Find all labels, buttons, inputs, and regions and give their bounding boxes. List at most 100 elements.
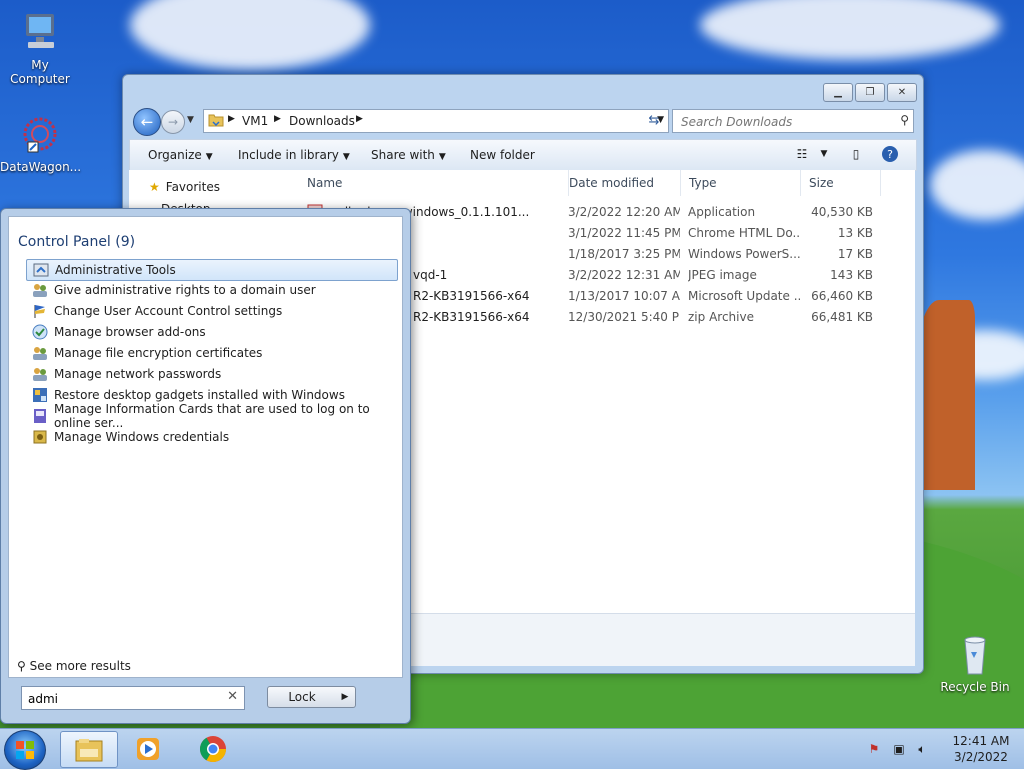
administrative-tools-icon: [33, 263, 49, 277]
chevron-down-icon: ▼: [187, 115, 194, 125]
file-size: 13 KB: [837, 226, 873, 240]
file-type: Microsoft Update ...: [688, 289, 800, 303]
refresh-button[interactable]: ⇆: [643, 109, 665, 131]
desktop-icon-label: Recycle Bin: [940, 680, 1010, 694]
column-header-size[interactable]: Size: [801, 170, 881, 196]
start-search-box[interactable]: ✕: [21, 686, 245, 710]
computer-icon: [18, 10, 62, 54]
start-button[interactable]: [4, 730, 46, 770]
result-manage-information-cards[interactable]: Manage Information Cards that are used t…: [26, 402, 396, 430]
help-icon: ?: [882, 146, 898, 162]
file-date: 3/2/2022 12:31 AM: [568, 268, 680, 282]
change-view-button[interactable]: ☷: [792, 145, 812, 163]
desktop-icon-label: My Computer: [10, 58, 70, 86]
desktop-icon-recycle-bin[interactable]: Recycle Bin: [935, 632, 1015, 694]
shutdown-options-button[interactable]: ▶: [335, 686, 356, 708]
chevron-down-icon: ▼: [342, 152, 350, 162]
folder-icon: [208, 114, 224, 127]
taskbar-media-player-button[interactable]: [120, 731, 176, 766]
forward-button[interactable]: →: [161, 110, 185, 134]
result-manage-network-passwords[interactable]: Manage network passwords: [26, 364, 396, 384]
browser-addons-icon: [32, 324, 48, 340]
taskbar-explorer-button[interactable]: [60, 731, 118, 768]
clock[interactable]: 12:41 AM 3/2/2022: [946, 733, 1016, 765]
organize-label: Organize: [148, 148, 202, 162]
taskbar: ⚑ ▣ 🔈︎ 12:41 AM 3/2/2022: [0, 728, 1024, 770]
result-change-uac-settings[interactable]: Change User Account Control settings: [26, 301, 396, 321]
back-button[interactable]: ←: [133, 108, 161, 136]
star-icon: ★: [149, 180, 160, 194]
file-size: 66,481 KB: [811, 310, 873, 324]
desktop-icon-my-computer[interactable]: My Computer: [0, 10, 80, 86]
information-cards-icon: [34, 409, 46, 423]
result-label: Manage network passwords: [54, 367, 222, 381]
forward-arrow-icon: →: [167, 115, 179, 129]
result-manage-browser-addons[interactable]: Manage browser add-ons: [26, 322, 396, 342]
see-more-results-link[interactable]: ⚲ See more results: [17, 659, 131, 673]
result-label: Manage file encryption certificates: [54, 346, 263, 360]
action-center-icon[interactable]: ⚑: [866, 741, 882, 757]
result-label: Give administrative rights to a domain u…: [54, 283, 316, 297]
search-input[interactable]: [679, 112, 883, 132]
breadcrumb-separator-icon[interactable]: ▶: [356, 114, 363, 124]
favorites-label: Favorites: [165, 180, 220, 194]
include-in-library-menu[interactable]: Include in library ▼: [238, 148, 350, 162]
new-folder-button[interactable]: New folder: [470, 148, 535, 162]
include-in-library-label: Include in library: [238, 148, 339, 162]
users-icon: [33, 347, 47, 360]
search-box[interactable]: ⚲: [672, 109, 914, 133]
network-icon[interactable]: ▣: [891, 741, 907, 757]
close-button[interactable]: ✕: [887, 83, 917, 102]
view-dropdown[interactable]: ▼: [814, 145, 834, 163]
column-header-date-modified[interactable]: Date modified: [561, 170, 681, 196]
cloud: [130, 0, 370, 70]
result-manage-windows-credentials[interactable]: Manage Windows credentials: [26, 427, 396, 447]
breadcrumb-separator-icon[interactable]: ▶: [274, 114, 281, 124]
lock-button[interactable]: Lock: [267, 686, 337, 708]
address-bar[interactable]: ▶ VM1 ▶ Downloads ▶ ▼: [203, 109, 669, 133]
results-group-header[interactable]: Control Panel (9): [18, 234, 135, 250]
breadcrumb-separator-icon[interactable]: ▶: [228, 114, 235, 124]
column-header-name[interactable]: Name: [299, 170, 569, 196]
share-with-menu[interactable]: Share with ▼: [371, 148, 446, 162]
start-menu: Control Panel (9) Administrative Tools G…: [0, 208, 411, 724]
cloud: [700, 0, 1000, 60]
file-type: JPEG image: [688, 268, 757, 282]
file-type: Application: [688, 205, 756, 219]
file-type: Chrome HTML Do...: [688, 226, 800, 240]
result-give-admin-rights[interactable]: Give administrative rights to a domain u…: [26, 280, 396, 300]
file-size: 17 KB: [837, 247, 873, 261]
recent-pages-dropdown[interactable]: ▼: [187, 115, 194, 125]
breadcrumb-downloads[interactable]: Downloads: [289, 114, 355, 128]
back-arrow-icon: ←: [140, 113, 154, 131]
minimize-icon: ▁: [834, 87, 842, 98]
close-icon: ✕: [897, 87, 907, 98]
file-explorer-icon: [75, 738, 103, 761]
search-icon[interactable]: ⚲: [900, 113, 909, 127]
maximize-button[interactable]: ❐: [855, 83, 885, 102]
result-administrative-tools[interactable]: Administrative Tools: [26, 259, 398, 281]
start-search-input[interactable]: [26, 689, 220, 709]
volume-icon[interactable]: 🔈︎: [914, 741, 930, 757]
media-player-icon: [137, 737, 159, 760]
result-manage-encryption-certificates[interactable]: Manage file encryption certificates: [26, 343, 396, 363]
address-row: ← → ▼ ▶ VM1 ▶ Downloads ▶ ▼ ⇆ ⚲: [131, 107, 915, 136]
window-controls: ▁ ❐ ✕: [823, 83, 917, 102]
file-date: 1/18/2017 3:25 PM: [568, 247, 680, 261]
desktop-icon-datawagon[interactable]: DataWagon...: [0, 112, 81, 174]
nav-item-favorites[interactable]: ★ Favorites: [149, 180, 220, 194]
help-button[interactable]: ?: [880, 145, 900, 163]
breadcrumb-vm1[interactable]: VM1: [242, 114, 268, 128]
chrome-icon: [199, 735, 227, 762]
preview-pane-icon: ▯: [852, 147, 860, 161]
restore-icon: ❐: [865, 87, 875, 98]
datawagon-icon: [18, 112, 62, 156]
organize-menu[interactable]: Organize ▼: [148, 148, 213, 162]
refresh-icon: ⇆: [648, 112, 660, 128]
preview-pane-button[interactable]: ▯: [846, 145, 866, 163]
column-header-type[interactable]: Type: [681, 170, 801, 196]
clear-search-icon[interactable]: ✕: [227, 689, 238, 704]
result-label: Manage Windows credentials: [54, 430, 230, 444]
minimize-button[interactable]: ▁: [823, 83, 853, 102]
taskbar-chrome-button[interactable]: [185, 731, 241, 766]
